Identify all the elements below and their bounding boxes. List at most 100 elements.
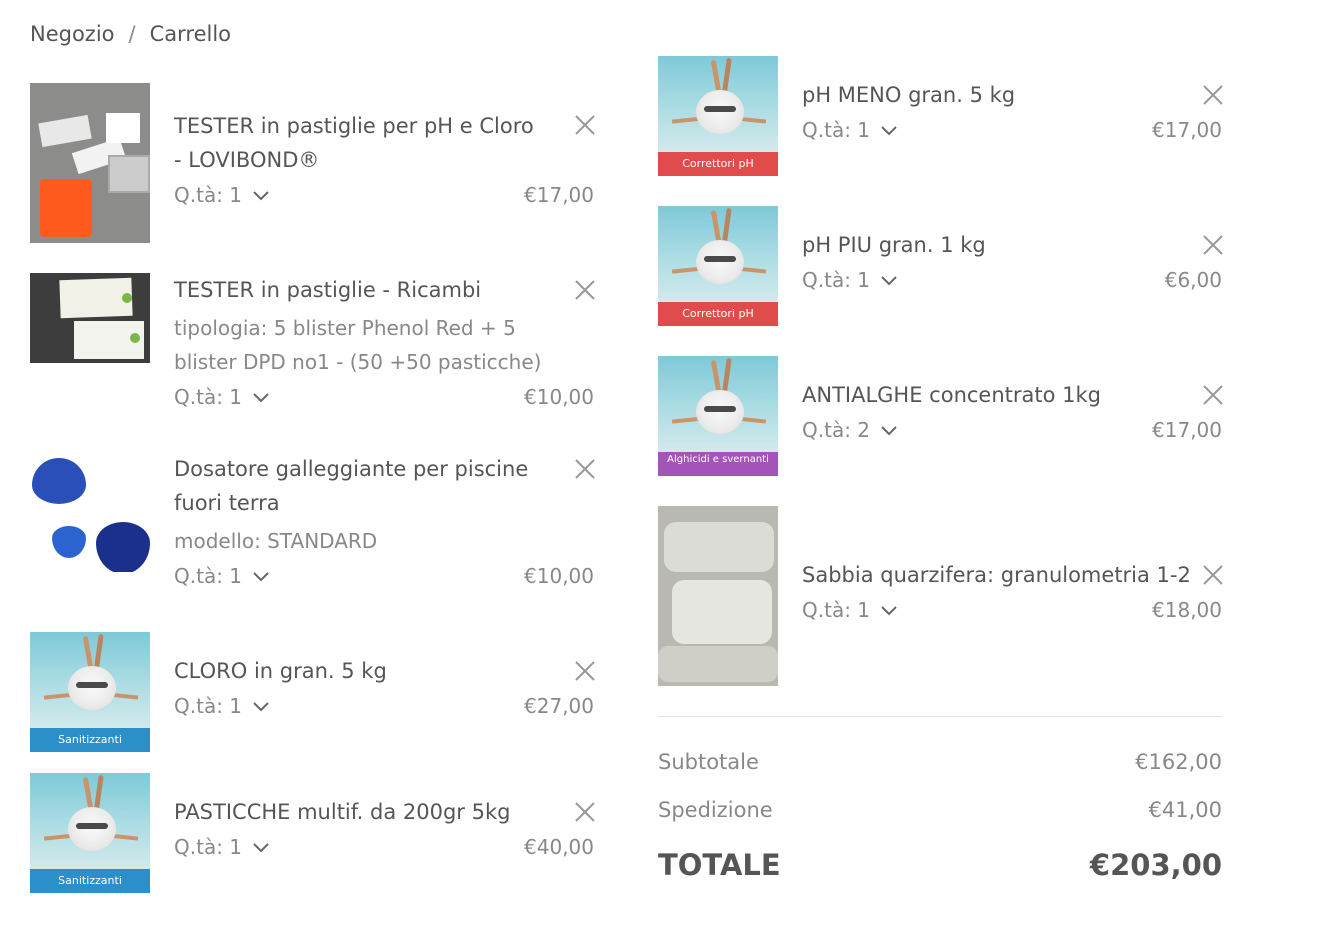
chevron-down-icon	[253, 393, 269, 403]
product-variant: modello: STANDARD	[174, 529, 378, 553]
remove-item-button[interactable]	[1202, 384, 1224, 406]
shipping-label: Spedizione	[658, 798, 773, 822]
total-label: TOTALE	[658, 848, 781, 882]
close-icon	[575, 280, 595, 300]
product-image[interactable]: Sanitizzanti	[30, 632, 150, 752]
quantity-value: Q.tà: 1	[174, 183, 243, 207]
quantity-selector[interactable]: Q.tà: 1	[802, 118, 898, 142]
quantity-selector[interactable]: Q.tà: 1	[802, 598, 898, 622]
product-image[interactable]: Sanitizzanti	[30, 773, 150, 893]
cart-item: Sabbia quarzifera: granulometria 1-2 Q.t…	[658, 506, 1224, 686]
close-icon	[575, 661, 595, 681]
chevron-down-icon	[881, 426, 897, 436]
total-row: TOTALE €203,00	[658, 848, 1222, 888]
close-icon	[575, 115, 595, 135]
subtotal-value: €162,00	[1135, 750, 1222, 774]
item-price: €10,00	[524, 385, 594, 409]
product-image[interactable]: Correttori pH	[658, 206, 778, 326]
product-name[interactable]: Dosatore galleggiante per piscine fuori …	[174, 452, 534, 520]
quantity-value: Q.tà: 1	[174, 564, 243, 588]
remove-item-button[interactable]	[574, 801, 596, 823]
cart-item: TESTER in pastiglie - Ricambi tipologia:…	[30, 273, 596, 423]
chevron-down-icon	[881, 126, 897, 136]
remove-item-button[interactable]	[1202, 84, 1224, 106]
product-image[interactable]	[658, 506, 778, 686]
chevron-down-icon	[881, 606, 897, 616]
remove-item-button[interactable]	[574, 114, 596, 136]
subtotal-row: Subtotale €162,00	[658, 750, 1222, 780]
product-name[interactable]: TESTER in pastiglie per pH e Cloro - LOV…	[174, 109, 534, 177]
cart-item: Alghicidi e svernanti ANTIALGHE concentr…	[658, 356, 1224, 476]
quantity-selector[interactable]: Q.tà: 1	[174, 183, 270, 207]
product-image[interactable]: Alghicidi e svernanti	[658, 356, 778, 476]
shipping-value: €41,00	[1148, 798, 1222, 822]
close-icon	[1203, 385, 1223, 405]
product-image[interactable]	[30, 452, 150, 572]
quantity-value: Q.tà: 1	[802, 118, 871, 142]
breadcrumb: Negozio / Carrello	[30, 22, 231, 46]
chevron-down-icon	[253, 843, 269, 853]
close-icon	[1203, 235, 1223, 255]
product-image[interactable]	[30, 83, 150, 243]
product-name[interactable]: TESTER in pastiglie - Ricambi	[174, 273, 594, 307]
chevron-down-icon	[881, 276, 897, 286]
category-label: Correttori pH	[658, 302, 778, 326]
product-name[interactable]: pH MENO gran. 5 kg	[802, 78, 1222, 112]
product-name[interactable]: ANTIALGHE concentrato 1kg	[802, 378, 1222, 412]
quantity-selector[interactable]: Q.tà: 1	[174, 835, 270, 859]
subtotal-label: Subtotale	[658, 750, 759, 774]
cart-item: TESTER in pastiglie per pH e Cloro - LOV…	[30, 83, 596, 243]
item-price: €40,00	[524, 835, 594, 859]
item-price: €6,00	[1164, 268, 1222, 292]
category-label: Sanitizzanti	[30, 869, 150, 893]
breadcrumb-separator: /	[128, 22, 136, 46]
close-icon	[575, 459, 595, 479]
remove-item-button[interactable]	[1202, 564, 1224, 586]
quantity-value: Q.tà: 1	[802, 268, 871, 292]
item-price: €18,00	[1152, 598, 1222, 622]
product-name[interactable]: pH PIU gran. 1 kg	[802, 228, 1222, 262]
close-icon	[1203, 85, 1223, 105]
remove-item-button[interactable]	[574, 458, 596, 480]
quantity-value: Q.tà: 1	[174, 694, 243, 718]
remove-item-button[interactable]	[574, 279, 596, 301]
cart-item: Correttori pH pH MENO gran. 5 kg Q.tà: 1…	[658, 56, 1224, 176]
remove-item-button[interactable]	[1202, 234, 1224, 256]
chevron-down-icon	[253, 702, 269, 712]
product-image[interactable]: Correttori pH	[658, 56, 778, 176]
quantity-value: Q.tà: 1	[802, 598, 871, 622]
total-value: €203,00	[1089, 848, 1222, 882]
product-name[interactable]: CLORO in gran. 5 kg	[174, 654, 594, 688]
product-name[interactable]: PASTICCHE multif. da 200gr 5kg	[174, 795, 594, 829]
quantity-selector[interactable]: Q.tà: 1	[174, 385, 270, 409]
quantity-selector[interactable]: Q.tà: 1	[174, 564, 270, 588]
quantity-value: Q.tà: 2	[802, 418, 871, 442]
item-price: €17,00	[1152, 118, 1222, 142]
quantity-selector[interactable]: Q.tà: 1	[174, 694, 270, 718]
close-icon	[1203, 565, 1223, 585]
cart-item: Dosatore galleggiante per piscine fuori …	[30, 452, 596, 602]
quantity-selector[interactable]: Q.tà: 2	[802, 418, 898, 442]
category-label: Correttori pH	[658, 152, 778, 176]
product-variant: tipologia: 5 blister Phenol Red + 5 blis…	[174, 316, 542, 374]
item-price: €27,00	[524, 694, 594, 718]
breadcrumb-current: Carrello	[149, 22, 231, 46]
category-label: Alghicidi e svernanti	[658, 452, 778, 476]
chevron-down-icon	[253, 191, 269, 201]
breadcrumb-shop-link[interactable]: Negozio	[30, 22, 115, 46]
cart-item: Correttori pH pH PIU gran. 1 kg Q.tà: 1 …	[658, 206, 1224, 326]
product-name[interactable]: Sabbia quarzifera: granulometria 1-2	[802, 558, 1222, 592]
item-price: €10,00	[524, 564, 594, 588]
cart-item: Sanitizzanti CLORO in gran. 5 kg Q.tà: 1…	[30, 632, 596, 752]
close-icon	[575, 802, 595, 822]
quantity-value: Q.tà: 1	[174, 385, 243, 409]
chevron-down-icon	[253, 572, 269, 582]
quantity-selector[interactable]: Q.tà: 1	[802, 268, 898, 292]
item-price: €17,00	[524, 183, 594, 207]
quantity-value: Q.tà: 1	[174, 835, 243, 859]
product-image[interactable]	[30, 273, 150, 363]
item-price: €17,00	[1152, 418, 1222, 442]
category-label: Sanitizzanti	[30, 728, 150, 752]
remove-item-button[interactable]	[574, 660, 596, 682]
shipping-row: Spedizione €41,00	[658, 798, 1222, 828]
